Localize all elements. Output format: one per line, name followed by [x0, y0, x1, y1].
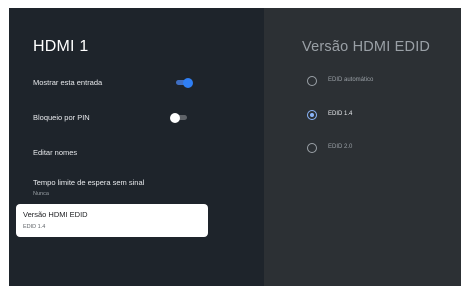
menu-item-label: Mostrar esta entrada: [33, 78, 103, 87]
pin-lock-toggle-off-icon[interactable]: [170, 112, 187, 123]
menu-item-hdmi-edid-version[interactable]: Versão HDMI EDID EDID 1.4: [16, 204, 208, 237]
menu-item-label: Bloqueio por PIN: [33, 113, 90, 122]
toggle-knob: [170, 112, 180, 123]
edid-options-panel: Versão HDMI EDID EDID automático EDID 1.…: [264, 8, 461, 286]
radio-checked-icon: [307, 110, 317, 120]
toggle-knob: [183, 77, 193, 88]
option-label: EDID 1.4: [328, 111, 353, 117]
options-title: Versão HDMI EDID: [302, 39, 431, 55]
menu-item-edit-names[interactable]: Editar nomes: [33, 148, 77, 157]
menu-item-show-input[interactable]: Mostrar esta entrada: [33, 78, 102, 87]
tv-settings-screen: HDMI 1 Mostrar esta entrada Bloqueio por…: [9, 8, 461, 286]
radio-unchecked-icon: [307, 143, 317, 153]
menu-item-value: EDID 1.4: [23, 224, 46, 230]
menu-item-no-signal-timeout[interactable]: Tempo limite de espera sem sinal Nunca: [33, 178, 144, 197]
hdmi-settings-panel: HDMI 1 Mostrar esta entrada Bloqueio por…: [9, 8, 264, 286]
option-edid-2-0[interactable]: EDID 2.0: [307, 143, 447, 155]
option-label: EDID automático: [328, 77, 374, 83]
radio-dot: [310, 113, 314, 117]
option-edid-1-4[interactable]: EDID 1.4: [307, 110, 447, 122]
menu-item-value: Nunca: [33, 191, 49, 197]
menu-item-label: Editar nomes: [33, 148, 78, 157]
radio-unchecked-icon: [307, 76, 317, 86]
option-edid-auto[interactable]: EDID automático: [307, 76, 447, 88]
menu-item-label: Versão HDMI EDID: [23, 210, 88, 219]
panel-title: HDMI 1: [33, 38, 89, 55]
menu-item-pin-lock[interactable]: Bloqueio por PIN: [33, 113, 90, 122]
option-label: EDID 2.0: [328, 144, 353, 150]
menu-item-label: Tempo limite de espera sem sinal: [33, 178, 145, 187]
show-input-toggle-on-icon[interactable]: [176, 77, 193, 88]
